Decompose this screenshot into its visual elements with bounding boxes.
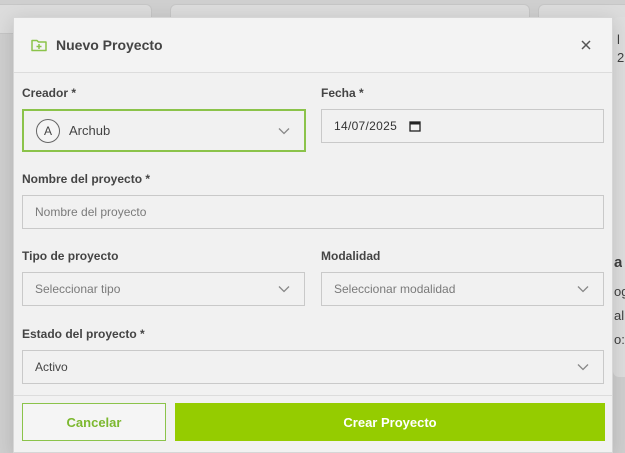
project-name-input[interactable]: Nombre del proyecto (22, 195, 604, 229)
new-project-dialog: Nuevo Proyecto Creador * A Archub Fecha … (13, 17, 613, 453)
date-value: 14/07/2025 (334, 119, 398, 133)
creator-select[interactable]: A Archub (22, 109, 306, 152)
project-name-placeholder: Nombre del proyecto (35, 205, 147, 219)
project-name-label: Nombre del proyecto * (22, 172, 151, 186)
modality-select[interactable]: Seleccionar modalidad (321, 272, 604, 306)
dialog-footer: Cancelar Crear Proyecto (14, 395, 612, 452)
dialog-header: Nuevo Proyecto (14, 18, 612, 73)
dialog-title: Nuevo Proyecto (56, 37, 163, 53)
close-icon (581, 40, 591, 50)
status-value: Activo (35, 360, 68, 374)
create-project-button[interactable]: Crear Proyecto (175, 403, 605, 441)
cancel-button[interactable]: Cancelar (22, 403, 166, 441)
chevron-down-icon (278, 127, 290, 134)
status-select[interactable]: Activo (22, 350, 604, 384)
date-input[interactable]: 14/07/2025 (321, 109, 604, 143)
chevron-down-icon (278, 286, 290, 293)
status-label: Estado del proyecto * (22, 327, 145, 341)
chevron-down-icon (577, 286, 589, 293)
creator-value: Archub (69, 123, 111, 138)
creator-label: Creador * (22, 86, 77, 100)
project-type-label: Tipo de proyecto (22, 249, 119, 263)
modality-placeholder: Seleccionar modalidad (334, 282, 456, 296)
folder-plus-icon (30, 36, 48, 54)
project-type-placeholder: Seleccionar tipo (35, 282, 121, 296)
modality-label: Modalidad (321, 249, 381, 263)
calendar-icon[interactable] (409, 120, 421, 132)
project-type-select[interactable]: Seleccionar tipo (22, 272, 305, 306)
chevron-down-icon (577, 364, 589, 371)
close-button[interactable] (576, 35, 596, 55)
avatar: A (36, 118, 60, 143)
date-label: Fecha * (321, 86, 364, 100)
